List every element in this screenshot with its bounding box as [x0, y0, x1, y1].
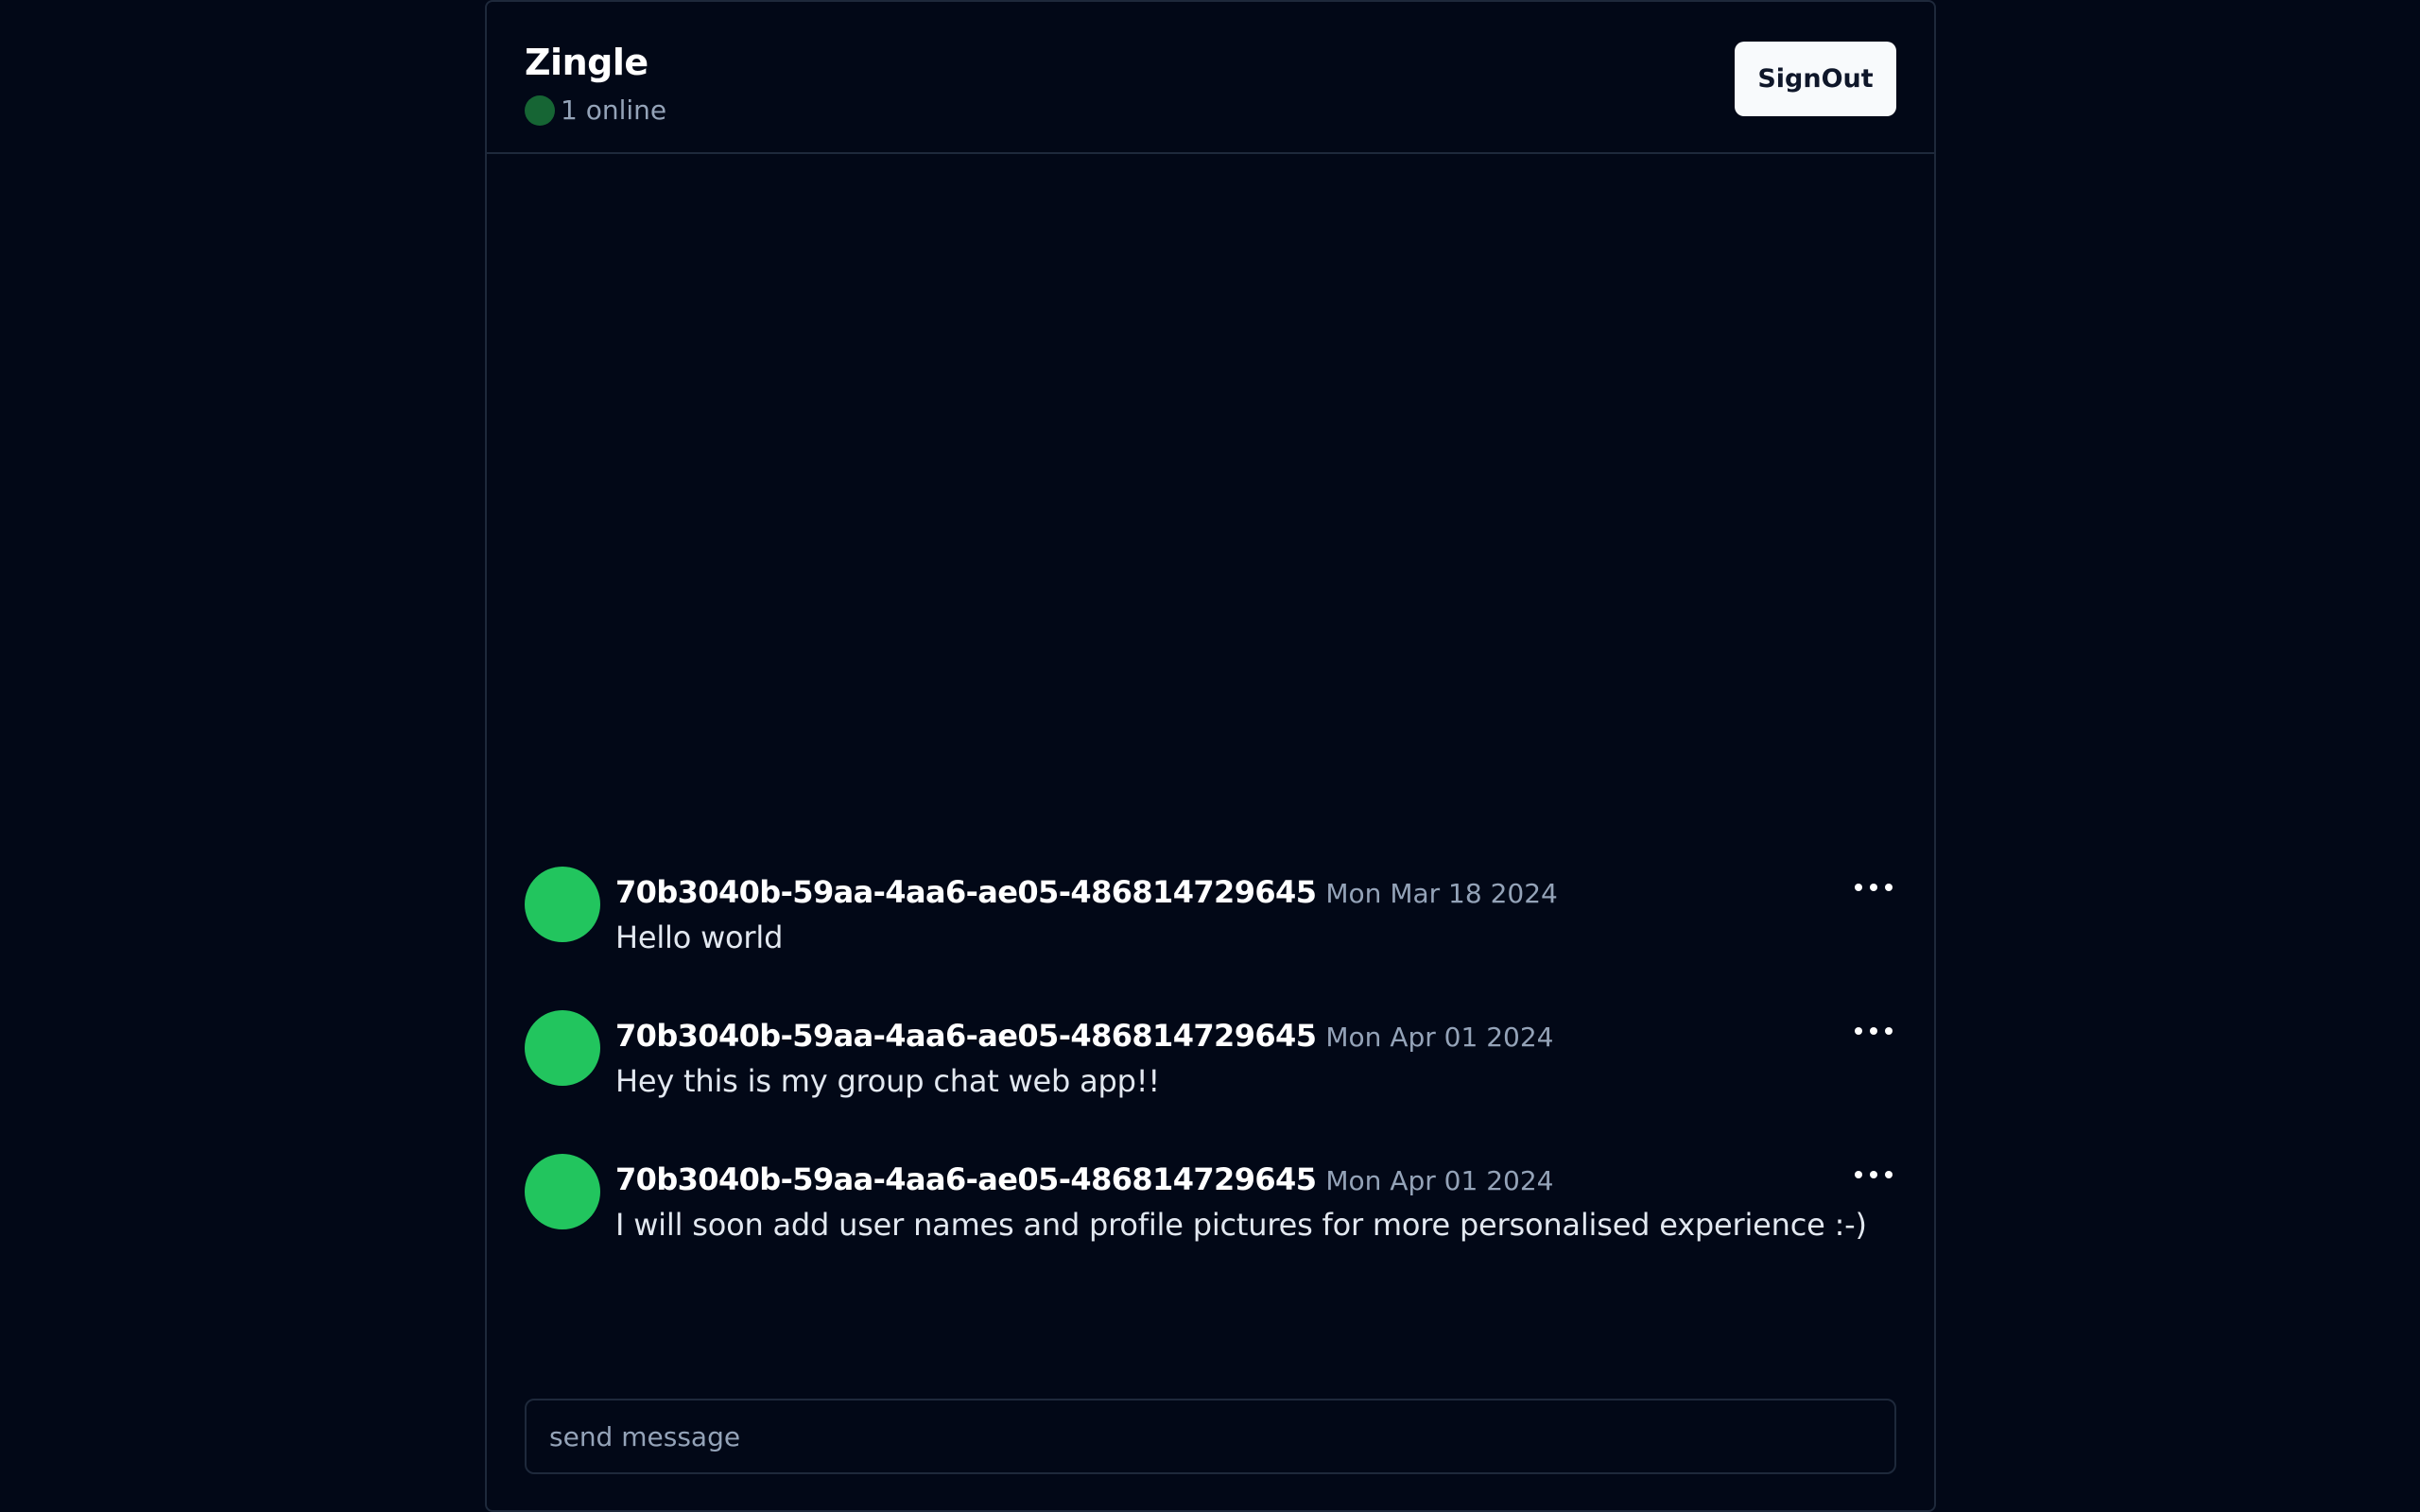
message-username: 70b3040b-59aa-4aa6-ae05-486814729645	[615, 874, 1317, 910]
message-list: 70b3040b-59aa-4aa6-ae05-486814729645 Mon…	[525, 867, 1896, 1297]
message-text: I will soon add user names and profile p…	[615, 1207, 1867, 1243]
message-header: 70b3040b-59aa-4aa6-ae05-486814729645 Mon…	[615, 1161, 1553, 1197]
message-username: 70b3040b-59aa-4aa6-ae05-486814729645	[615, 1018, 1317, 1054]
app-title: Zingle	[525, 42, 648, 83]
online-status-dot-icon	[525, 94, 555, 126]
online-count: 1 online	[561, 94, 667, 126]
avatar	[525, 1154, 600, 1229]
more-horizontal-icon[interactable]	[1851, 1158, 1896, 1192]
avatar	[525, 867, 600, 942]
chat-header: Zingle 1 online SignOut	[487, 2, 1934, 154]
message-date: Mon Apr 01 2024	[1325, 1165, 1554, 1196]
message-composer	[525, 1399, 1896, 1474]
message-text: Hello world	[615, 919, 784, 955]
message-username: 70b3040b-59aa-4aa6-ae05-486814729645	[615, 1161, 1317, 1197]
more-horizontal-icon[interactable]	[1851, 870, 1896, 904]
message-item: 70b3040b-59aa-4aa6-ae05-486814729645 Mon…	[525, 1154, 1896, 1297]
signout-button[interactable]: SignOut	[1735, 42, 1896, 116]
message-item: 70b3040b-59aa-4aa6-ae05-486814729645 Mon…	[525, 867, 1896, 1010]
more-horizontal-icon[interactable]	[1851, 1014, 1896, 1048]
message-date: Mon Mar 18 2024	[1325, 878, 1558, 909]
message-text: Hey this is my group chat web app!!	[615, 1063, 1160, 1099]
online-status: 1 online	[525, 94, 666, 126]
avatar	[525, 1010, 600, 1086]
message-date: Mon Apr 01 2024	[1325, 1022, 1554, 1053]
send-message-input[interactable]	[527, 1400, 1894, 1472]
message-header: 70b3040b-59aa-4aa6-ae05-486814729645 Mon…	[615, 1018, 1553, 1054]
message-header: 70b3040b-59aa-4aa6-ae05-486814729645 Mon…	[615, 874, 1558, 910]
message-item: 70b3040b-59aa-4aa6-ae05-486814729645 Mon…	[525, 1010, 1896, 1154]
chat-app: Zingle 1 online SignOut 70b3040b-59aa-4a…	[485, 0, 1936, 1512]
